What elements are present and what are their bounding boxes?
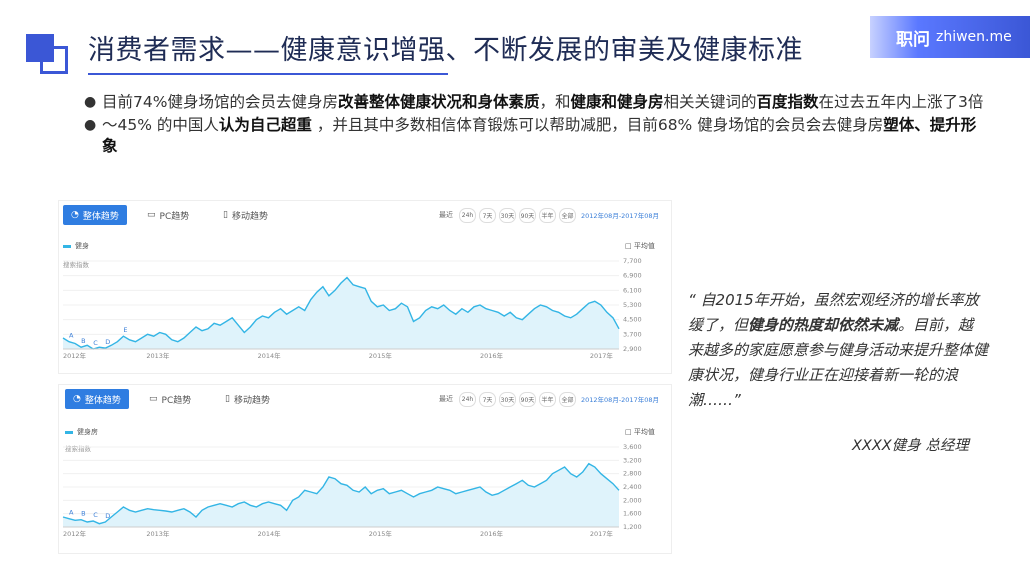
quote-signature: XXXX健身 总经理	[852, 438, 969, 454]
pie-chart-icon: ◔	[71, 210, 79, 220]
x-tick-label: 2015年	[369, 351, 393, 360]
y-tick-label: 7,700	[623, 257, 642, 265]
x-tick-label: 2017年	[590, 529, 614, 538]
y-tick-label: 2,000	[623, 496, 642, 504]
title-underline	[88, 73, 448, 75]
y-tick-label: 1,600	[623, 510, 642, 518]
range-all-button[interactable]: 全部	[559, 392, 576, 407]
chart-legend: 健身房	[65, 427, 98, 437]
legend-swatch	[63, 244, 71, 248]
x-tick-label: 2013年	[146, 351, 170, 360]
bullet-dot-icon: ●	[84, 94, 97, 110]
event-marker: B	[81, 510, 85, 518]
range-7d-button[interactable]: 7天	[479, 392, 496, 407]
y-tick-label: 6,100	[623, 286, 642, 294]
date-range-picker[interactable]: 2012年08月-2017年08月	[581, 394, 659, 404]
range-24h-button[interactable]: 24h	[459, 392, 476, 407]
average-toggle[interactable]: □ 平均值	[625, 241, 655, 251]
range-half-year-button[interactable]: 半年	[539, 392, 556, 407]
x-tick-label: 2014年	[258, 529, 282, 538]
y-tick-label: 2,800	[623, 470, 642, 478]
range-half-year-button[interactable]: 半年	[539, 208, 556, 223]
logo-square-outline	[40, 46, 68, 74]
slide-title: 消费者需求——健康意识增强、不断发展的审美及健康标准	[88, 35, 803, 66]
bullet-text-1: 目前74%健身场馆的会员去健身房改善整体健康状况和身体素质，和健康和健身房相关关…	[102, 93, 984, 111]
event-marker: C	[93, 511, 98, 519]
tab-mobile-trend[interactable]: ▯ 移动趋势	[215, 205, 276, 225]
y-tick-label: 5,300	[623, 301, 642, 309]
chart-legend: 健身	[63, 241, 89, 251]
phone-icon: ▯	[223, 210, 228, 220]
brand-name-en: zhiwen.me	[936, 29, 1012, 45]
event-marker: A	[69, 332, 74, 340]
x-tick-label: 2012年	[63, 351, 87, 360]
executive-quote: “ 自2015年开始，虽然宏观经济的增长率放缓了，但健身的热度却依然未减。目前，…	[688, 291, 989, 409]
range-all-button[interactable]: 全部	[559, 208, 576, 223]
trend-area	[63, 277, 619, 349]
bullet-item-1: ● 目前74%健身场馆的会员去健身房改善整体健康状况和身体素质，和健康和健身房相…	[84, 92, 984, 113]
bullet-item-2: ● ～45% 的中国人认为自己超重 ，并且其中多数相信体育锻炼可以帮助减肥，目前…	[84, 115, 984, 157]
range-7d-button[interactable]: 7天	[479, 208, 496, 223]
tab-pc-trend[interactable]: ▭ PC趋势	[141, 389, 199, 409]
range-label: 最近	[439, 211, 453, 219]
y-tick-label: 2,900	[623, 345, 642, 353]
chart-tab-row: ◔ 整体趋势 ▭ PC趋势 ▯ 移动趋势 最近 24h 7天 30天 90天 半年 全…	[59, 201, 671, 229]
tab-pc-trend[interactable]: ▭ PC趋势	[139, 205, 197, 225]
x-tick-label: 2013年	[146, 529, 170, 538]
brand-badge: 职问 zhiwen.me	[870, 16, 1030, 58]
trend-plot: 3,600 3,200 2,800 2,400 2,000 1,600 1,200 2012年…	[62, 443, 642, 538]
x-tick-label: 2017年	[590, 351, 614, 360]
chart-tab-row: ◔ 整体趋势 ▭ PC趋势 ▯ 移动趋势 最近 24h 7天 30天 90天 半年 全…	[59, 385, 671, 413]
range-24h-button[interactable]: 24h	[459, 208, 476, 223]
event-marker: E	[123, 326, 127, 334]
x-tick-label: 2016年	[480, 529, 504, 538]
range-30d-button[interactable]: 30天	[499, 392, 516, 407]
y-tick-label: 4,500	[623, 316, 642, 324]
baidu-index-chart-gym: ◔ 整体趋势 ▭ PC趋势 ▯ 移动趋势 最近 24h 7天 30天 90天 半年 全…	[58, 384, 672, 554]
event-marker: D	[105, 512, 110, 520]
bullet-list: ● 目前74%健身场馆的会员去健身房改善整体健康状况和身体素质，和健康和健身房相…	[84, 92, 984, 159]
x-tick-label: 2014年	[258, 351, 282, 360]
x-tick-label: 2016年	[480, 351, 504, 360]
bullet-dot-icon: ●	[84, 117, 97, 133]
y-tick-label: 2,400	[623, 483, 642, 491]
y-tick-label: 3,700	[623, 330, 642, 338]
x-tick-label: 2012年	[63, 529, 87, 538]
pie-chart-icon: ◔	[73, 394, 81, 404]
y-tick-label: 3,200	[623, 456, 642, 464]
range-label: 最近	[439, 395, 453, 403]
y-tick-label: 6,900	[623, 272, 642, 280]
baidu-index-chart-fitness: ◔ 整体趋势 ▭ PC趋势 ▯ 移动趋势 最近 24h 7天 30天 90天 半年 全…	[58, 200, 672, 374]
average-toggle[interactable]: □ 平均值	[625, 427, 655, 437]
phone-icon: ▯	[225, 394, 230, 404]
y-tick-label: 1,200	[623, 523, 642, 531]
x-tick-label: 2015年	[369, 529, 393, 538]
trend-plot: 7,700 6,900 6,100 5,300 4,500 3,700 2,900 2012年…	[62, 257, 642, 360]
tab-overall-trend[interactable]: ◔ 整体趋势	[65, 389, 129, 409]
event-marker: D	[105, 338, 110, 346]
range-90d-button[interactable]: 90天	[519, 392, 536, 407]
range-90d-button[interactable]: 90天	[519, 208, 536, 223]
date-range-picker[interactable]: 2012年08月-2017年08月	[581, 210, 659, 220]
event-marker: C	[93, 339, 98, 347]
range-30d-button[interactable]: 30天	[499, 208, 516, 223]
bullet-text-2: ～45% 的中国人认为自己超重 ，并且其中多数相信体育锻炼可以帮助减肥，目前68…	[102, 116, 977, 155]
y-tick-label: 3,600	[623, 443, 642, 451]
tab-mobile-trend[interactable]: ▯ 移动趋势	[217, 389, 278, 409]
monitor-icon: ▭	[147, 210, 156, 220]
legend-swatch	[65, 430, 73, 434]
tab-overall-trend[interactable]: ◔ 整体趋势	[63, 205, 127, 225]
event-marker: B	[81, 337, 85, 345]
event-marker: A	[69, 509, 74, 517]
brand-name-cn: 职问	[896, 29, 930, 50]
monitor-icon: ▭	[149, 394, 158, 404]
